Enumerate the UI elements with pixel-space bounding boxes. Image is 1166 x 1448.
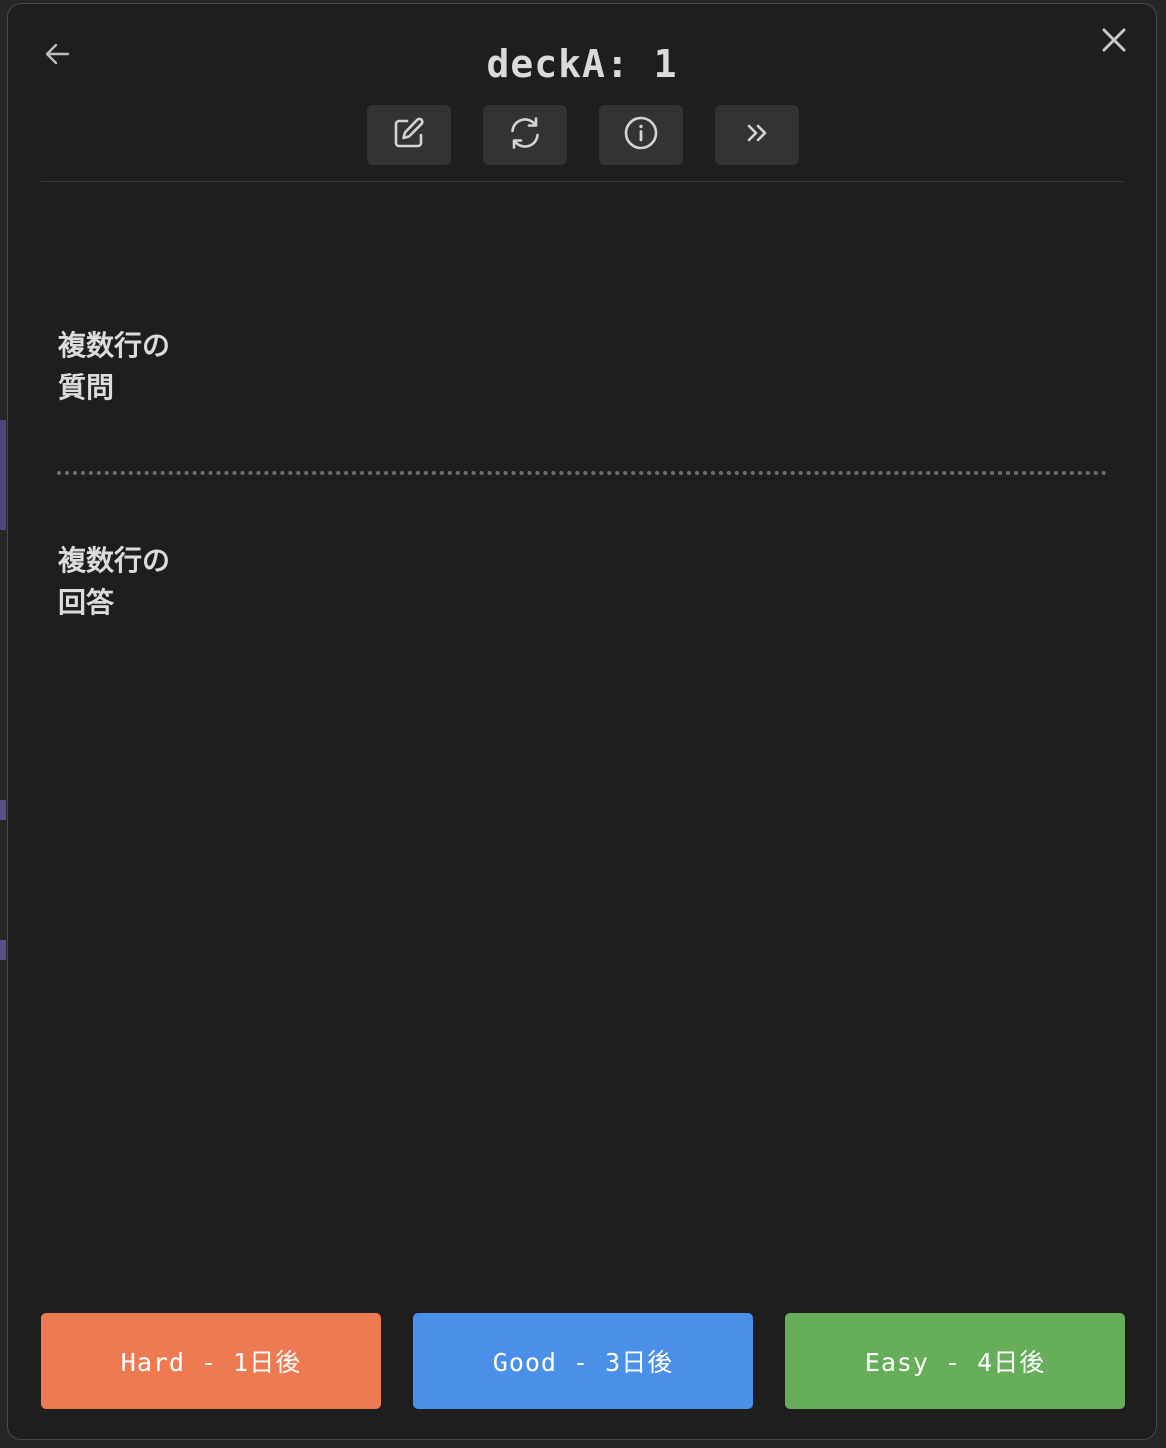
deck-title: deckA: 1	[486, 42, 678, 86]
review-modal: deckA: 1 複数行の 質問 複数行の 回答 Hard - 1日後 Good…	[7, 3, 1157, 1440]
card-info-button[interactable]	[599, 105, 683, 165]
edit-icon	[391, 115, 427, 155]
grade-hard-button[interactable]: Hard - 1日後	[41, 1313, 381, 1409]
card-answer: 複数行の 回答	[58, 544, 171, 619]
edit-card-button[interactable]	[367, 105, 451, 165]
card-question: 複数行の 質問	[58, 329, 171, 404]
header-divider	[41, 181, 1123, 182]
skip-forward-icon	[742, 118, 772, 152]
backdrop-peek	[0, 420, 6, 530]
question-answer-divider	[57, 471, 1107, 475]
backdrop-peek	[0, 800, 6, 820]
card-toolbar	[367, 105, 799, 165]
grade-buttons: Hard - 1日後 Good - 3日後 Easy - 4日後	[41, 1313, 1125, 1409]
refresh-icon	[507, 115, 543, 155]
info-icon	[623, 115, 659, 155]
backdrop-peek	[0, 940, 6, 960]
reset-card-button[interactable]	[483, 105, 567, 165]
skip-card-button[interactable]	[715, 105, 799, 165]
grade-easy-button[interactable]: Easy - 4日後	[785, 1313, 1125, 1409]
grade-good-button[interactable]: Good - 3日後	[413, 1313, 753, 1409]
